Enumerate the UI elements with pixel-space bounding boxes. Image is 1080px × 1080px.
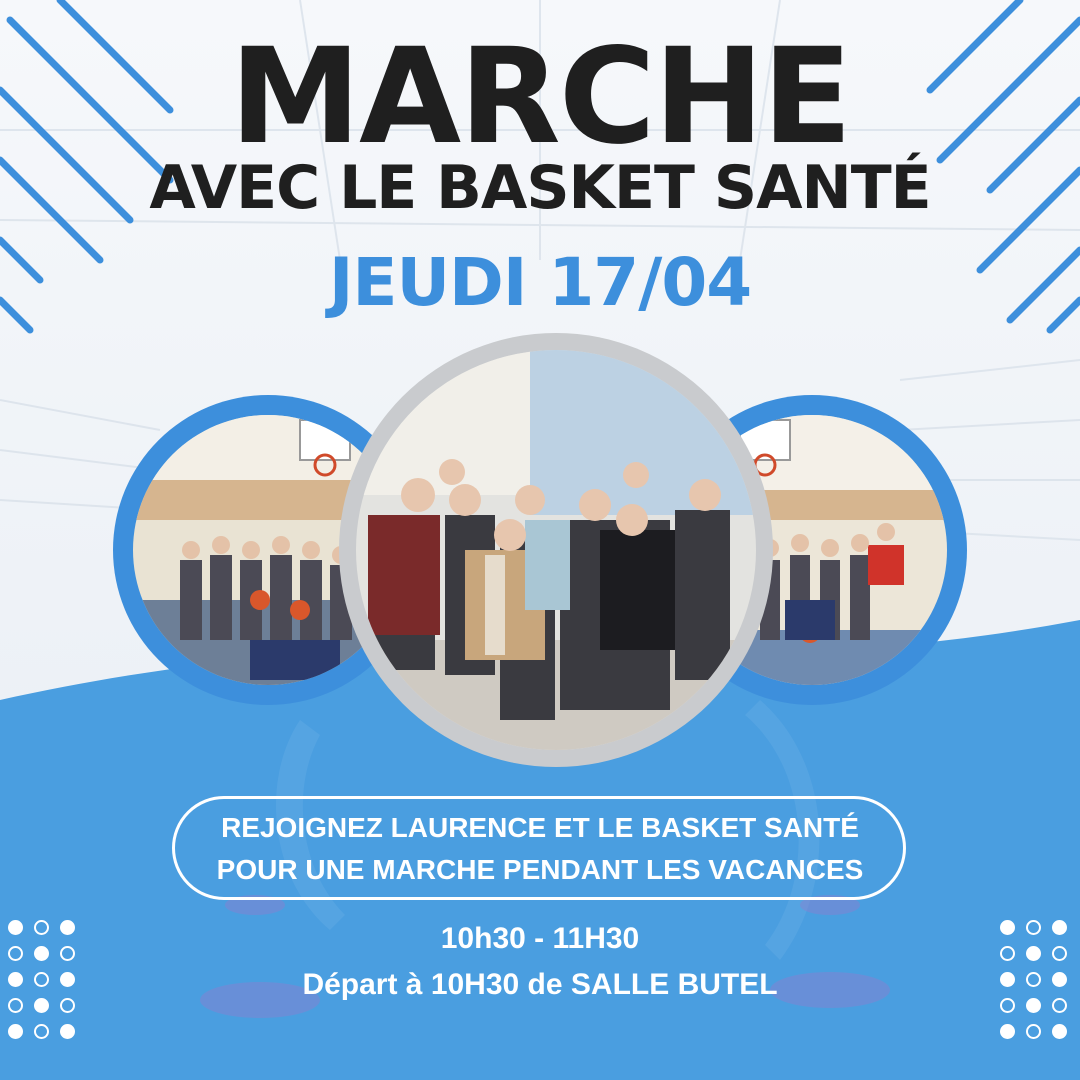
- event-time: 10h30 - 11H30: [440, 922, 640, 955]
- photo-collage: [113, 333, 967, 767]
- description-line-1: REJOIGNEZ LAURENCE ET LE BASKET SANTÉ: [221, 812, 859, 843]
- dot-grid-right: [998, 918, 1078, 1048]
- dot-grid-left: [6, 918, 86, 1048]
- poster: MARCHE AVEC LE BASKET SANTÉ JEUDI 17/04: [0, 0, 1080, 1080]
- event-departure: Départ à 10H30 de SALLE BUTEL: [302, 968, 778, 1001]
- center-group-photo: [339, 333, 773, 767]
- description-line-2: POUR UNE MARCHE PENDANT LES VACANCES: [216, 854, 864, 885]
